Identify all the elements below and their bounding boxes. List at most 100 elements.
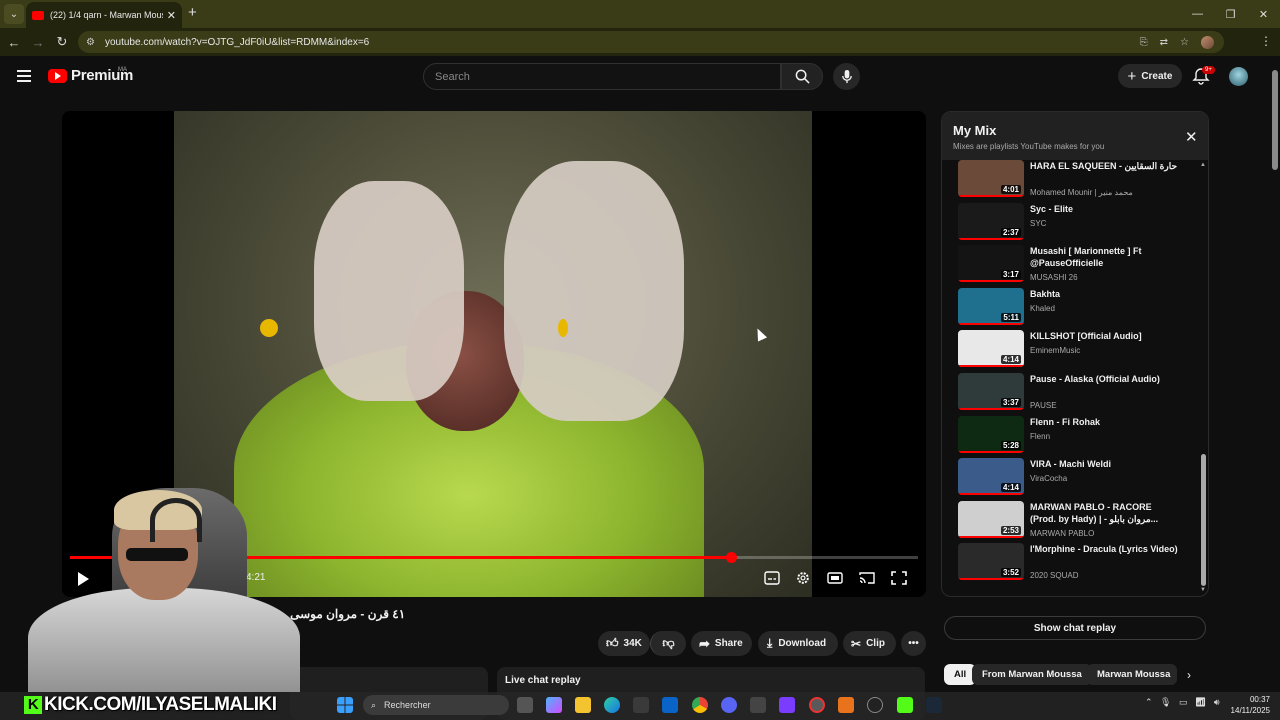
app-icon-dark[interactable] (867, 697, 883, 713)
playlist-item-thumbnail[interactable]: 3:17 (958, 245, 1024, 283)
steam-icon[interactable] (926, 697, 942, 713)
browser-tab[interactable]: (22) 1/4 qarn - Marwan Mouss ✕ (26, 2, 182, 28)
cast-icon[interactable] (859, 571, 875, 585)
scroll-up-arrow-icon[interactable]: ▲ (1200, 162, 1206, 168)
playlist-item-title[interactable]: MARWAN PABLO - RACORE (Prod. by Hady) | … (1030, 501, 1180, 525)
minimize-icon[interactable]: — (1181, 0, 1214, 28)
kick-app-icon[interactable] (897, 697, 913, 713)
task-view-icon[interactable] (517, 697, 533, 713)
youtube-premium-logo[interactable]: Premium MA (48, 67, 133, 84)
more-actions-button[interactable]: ••• (901, 631, 926, 656)
taskbar-search[interactable]: ⌕ Rechercher (363, 695, 509, 715)
tab-close-icon[interactable]: ✕ (167, 9, 176, 22)
playlist-item-thumbnail[interactable]: 5:11 (958, 287, 1024, 325)
dislike-button[interactable]: 👎︎ (650, 631, 686, 656)
chip-channel[interactable]: Marwan Moussa (1087, 664, 1177, 685)
window-close-icon[interactable]: ✕ (1247, 0, 1280, 28)
watched-progress-bar (958, 578, 1024, 581)
playlist-header: My Mix Mixes are playlists YouTube makes… (942, 112, 1208, 160)
fullscreen-icon[interactable] (891, 571, 907, 585)
address-bar[interactable]: ⚙ youtube.com/watch?v=OJTG_JdF0iU&list=R… (78, 31, 1224, 53)
playlist-item[interactable]: 3:52 l'Morphine - Dracula (Lyrics Video) 2… (958, 543, 1194, 586)
app-icon[interactable] (750, 697, 766, 713)
playlist-item-title[interactable]: Bakhta (1030, 288, 1180, 300)
playlist-item-thumbnail[interactable]: 2:37 (958, 202, 1024, 240)
tab-search-chevron-icon[interactable]: ⌄ (4, 4, 24, 24)
show-chat-replay-button[interactable]: Show chat replay (944, 616, 1206, 640)
playlist-item-thumbnail[interactable]: 4:14 (958, 330, 1024, 368)
playlist-item-title[interactable]: Musashi [ Marionnette ] Ft @PauseOfficie… (1030, 245, 1180, 269)
page-scrollbar-thumb[interactable] (1272, 70, 1278, 170)
playlist-item-title[interactable]: KILLSHOT [Official Audio] (1030, 330, 1180, 342)
subtitles-icon[interactable] (764, 571, 780, 585)
share-button[interactable]: ➦ Share (691, 631, 752, 656)
page-scrollbar[interactable] (1270, 60, 1280, 720)
app-icon-orange[interactable] (838, 697, 854, 713)
playlist-item[interactable]: 5:11 Bakhta Khaled (958, 287, 1194, 331)
settings-gear-icon[interactable] (795, 571, 811, 585)
playlist-item[interactable]: 3:37 Pause - Alaska (Official Audio) PAUSE (958, 372, 1194, 416)
system-tray-icons[interactable]: ⌃ 🎙︎ ▭ 📶︎ 🔊︎ (1145, 697, 1220, 708)
playlist-item-thumbnail[interactable]: 3:37 (958, 372, 1024, 410)
playlist-item[interactable]: 2:53 MARWAN PABLO - RACORE (Prod. by Hady… (958, 500, 1194, 544)
chevron-right-icon[interactable]: › (1187, 668, 1191, 682)
browser-menu-icon[interactable]: ⋮ (1260, 34, 1272, 48)
like-button[interactable]: 👍︎ 34K (598, 631, 650, 656)
playlist-item[interactable]: 2:37 Syc - Elite SYC (958, 202, 1194, 246)
outlook-icon[interactable] (662, 697, 678, 713)
playlist-item-thumbnail[interactable]: 4:14 (958, 458, 1024, 496)
playlist-item[interactable]: 4:01 HARA EL SAQUEEN - حارة السقايين Moham… (958, 160, 1194, 203)
voice-search-button[interactable] (833, 63, 860, 90)
browser-profile-avatar[interactable] (1201, 35, 1214, 49)
file-explorer-icon[interactable] (575, 697, 591, 713)
playlist-item-thumbnail[interactable]: 2:53 (958, 500, 1024, 538)
copilot-icon[interactable] (546, 697, 562, 713)
obs-icon[interactable] (809, 697, 825, 713)
light-bulb (558, 319, 568, 337)
install-app-icon[interactable]: ⎘ (1140, 37, 1148, 48)
bookmark-star-icon[interactable]: ☆ (1180, 37, 1189, 48)
chip-from-channel[interactable]: From Marwan Moussa (972, 664, 1092, 685)
playlist-item[interactable]: 4:14 KILLSHOT [Official Audio] EminemMusic (958, 330, 1194, 373)
playlist-item-thumbnail[interactable]: 4:01 (958, 160, 1024, 197)
microsoft-store-icon[interactable] (633, 697, 649, 713)
playlist-item[interactable]: 4:14 VIRA - Machi Weldi ViraCocha (958, 458, 1194, 501)
discord-icon[interactable] (721, 697, 737, 713)
game-launcher-icon[interactable] (779, 697, 795, 713)
taskbar-clock[interactable]: 00:37 14/11/2025 (1224, 694, 1270, 716)
theater-mode-icon[interactable] (827, 571, 843, 585)
site-info-icon[interactable]: ⚙ (86, 37, 95, 48)
playlist-item-title[interactable]: Pause - Alaska (Official Audio) (1030, 373, 1180, 385)
account-avatar[interactable] (1229, 67, 1248, 86)
new-tab-plus-icon[interactable]: + (188, 5, 197, 20)
playlist-item[interactable]: 5:28 Flenn - Fi Rohak Flenn (958, 415, 1194, 459)
windows-start-icon[interactable] (337, 697, 353, 713)
edge-browser-icon[interactable] (604, 697, 620, 713)
create-button[interactable]: + Create (1118, 64, 1182, 88)
reload-icon[interactable]: ↻ (50, 34, 74, 50)
hamburger-menu-icon[interactable] (17, 70, 31, 82)
playlist-subtitle: Mixes are playlists YouTube makes for yo… (953, 142, 1105, 151)
playlist-item-thumbnail[interactable]: 5:28 (958, 415, 1024, 453)
clip-button[interactable]: ✂ Clip (843, 631, 896, 656)
duration-badge: 3:52 (1000, 568, 1021, 578)
playlist-item-title[interactable]: Syc - Elite (1030, 203, 1180, 215)
playlist-item-title[interactable]: Flenn - Fi Rohak (1030, 416, 1180, 428)
chrome-icon[interactable] (692, 697, 708, 713)
playlist-item-thumbnail[interactable]: 3:52 (958, 543, 1024, 581)
search-button[interactable] (781, 63, 823, 90)
translate-icon[interactable]: ⇄ (1160, 37, 1168, 48)
playlist-scrollbar-thumb[interactable] (1201, 454, 1206, 586)
back-arrow-icon[interactable]: ← (2, 35, 26, 50)
download-button[interactable]: ⤓ Download (758, 631, 838, 656)
restore-icon[interactable]: ❐ (1214, 0, 1247, 28)
playlist-item-title[interactable]: HARA EL SAQUEEN - حارة السقايين (1030, 160, 1180, 172)
playlist-item-title[interactable]: VIRA - Machi Weldi (1030, 458, 1180, 470)
playlist-item[interactable]: 3:17 Musashi [ Marionnette ] Ft @PauseOff… (958, 245, 1194, 288)
scroll-down-arrow-icon[interactable]: ▼ (1200, 587, 1206, 593)
notification-count-badge: 9+ (1202, 66, 1215, 74)
playlist-item-title[interactable]: l'Morphine - Dracula (Lyrics Video) (1030, 543, 1180, 555)
search-input[interactable]: Search (423, 63, 781, 90)
close-playlist-icon[interactable]: ✕ (1185, 128, 1198, 146)
forward-arrow-icon[interactable]: → (26, 35, 50, 50)
